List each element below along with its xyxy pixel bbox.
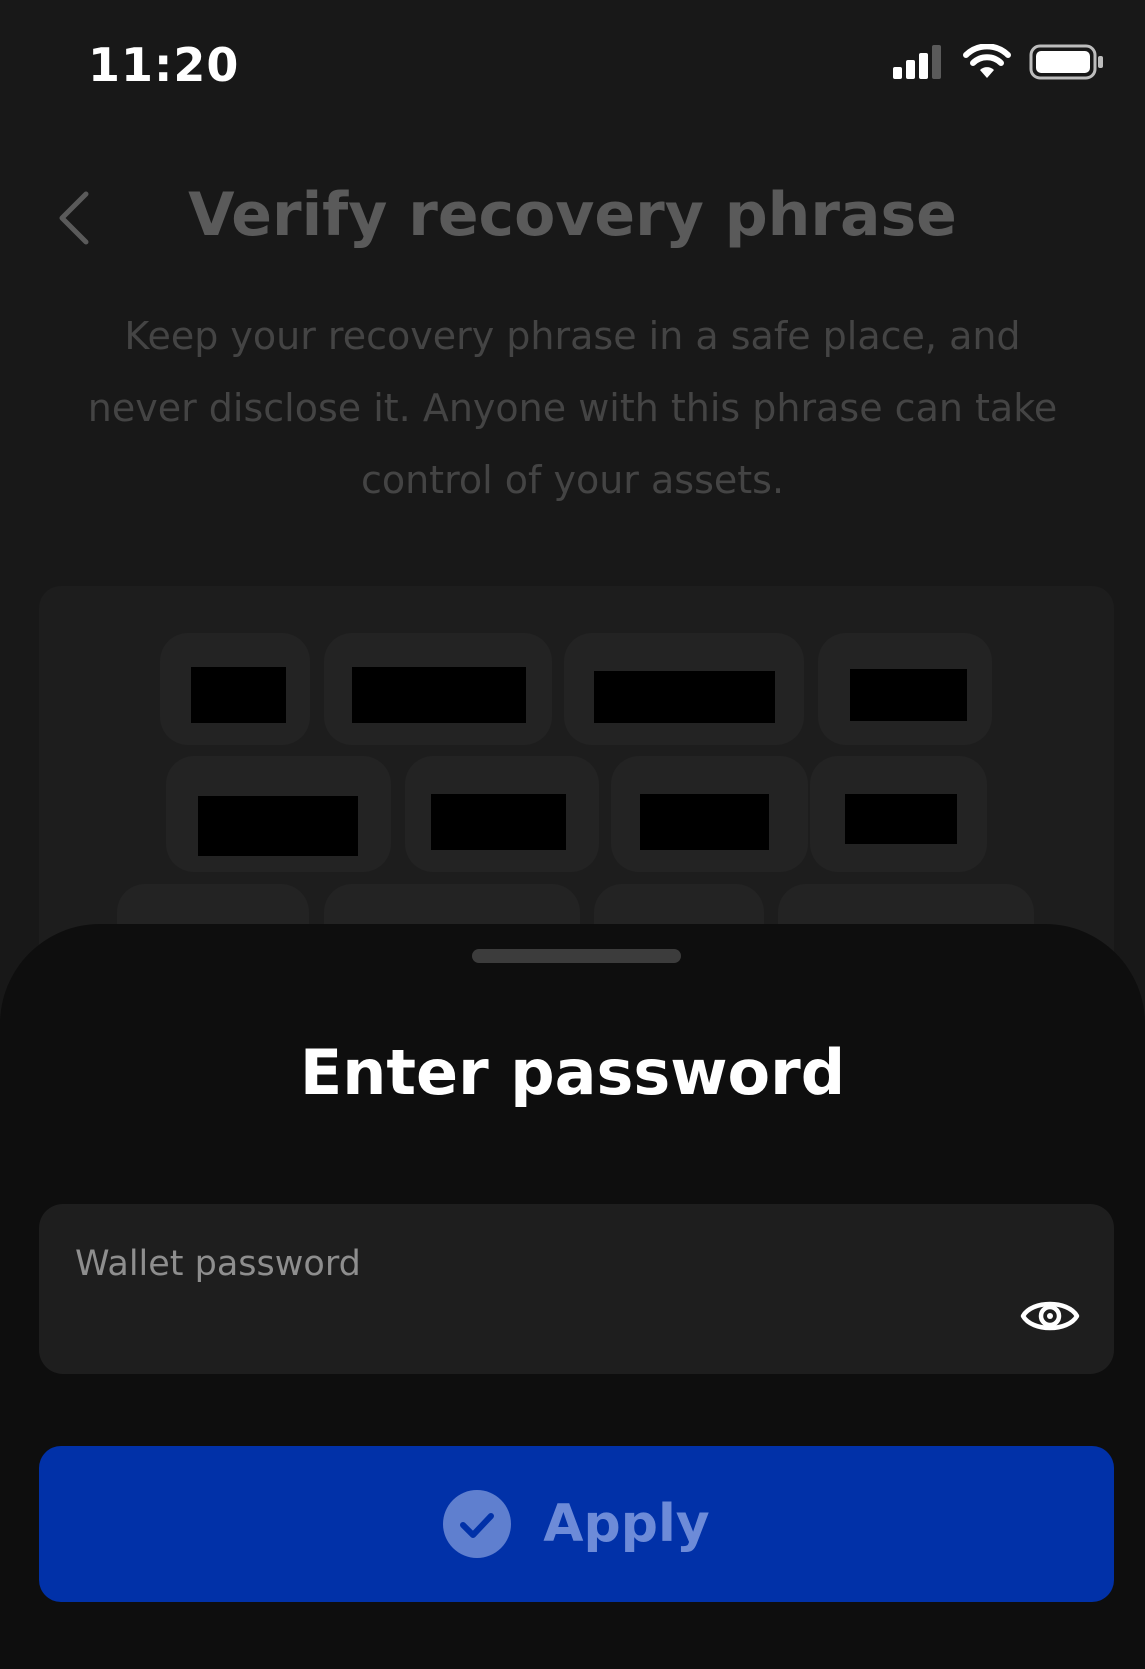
- phrase-word-chip: [405, 756, 599, 872]
- apply-label: Apply: [543, 1494, 710, 1554]
- apply-button[interactable]: Apply: [39, 1446, 1114, 1602]
- redacted-word: [845, 794, 957, 844]
- sheet-title: Enter password: [299, 1036, 846, 1109]
- cellular-signal-icon: [893, 45, 941, 79]
- wallet-password-input[interactable]: [75, 1234, 975, 1294]
- phrase-word-chip: [810, 756, 987, 872]
- redacted-word: [191, 667, 286, 723]
- phrase-word-chip: [611, 756, 808, 872]
- redacted-word: [594, 671, 775, 723]
- password-sheet: Enter password Apply: [0, 924, 1145, 1669]
- wifi-icon: [963, 44, 1011, 78]
- battery-icon: [1029, 44, 1103, 80]
- phrase-word-chip: [564, 633, 804, 745]
- status-time: 11:20: [88, 38, 240, 92]
- redacted-word: [850, 669, 967, 721]
- redacted-word: [198, 796, 358, 856]
- phrase-word-chip: [818, 633, 992, 745]
- password-field[interactable]: [39, 1204, 1114, 1374]
- eye-icon[interactable]: [1020, 1292, 1080, 1340]
- background-title: Verify recovery phrase: [188, 180, 957, 250]
- status-bar: 11:20: [0, 0, 1145, 120]
- phrase-word-chip: [324, 633, 552, 745]
- redacted-word: [352, 667, 526, 723]
- status-icons: [893, 44, 1105, 80]
- phrase-word-chip: [160, 633, 310, 745]
- redacted-word: [431, 794, 566, 850]
- background-screen: Verify recovery phrase Keep your recover…: [0, 120, 1145, 1006]
- phrase-word-chip: [166, 756, 391, 872]
- redacted-word: [640, 794, 769, 850]
- background-description: Keep your recovery phrase in a safe plac…: [87, 314, 1058, 502]
- sheet-drag-handle[interactable]: [472, 949, 681, 963]
- check-circle-icon: [443, 1490, 512, 1558]
